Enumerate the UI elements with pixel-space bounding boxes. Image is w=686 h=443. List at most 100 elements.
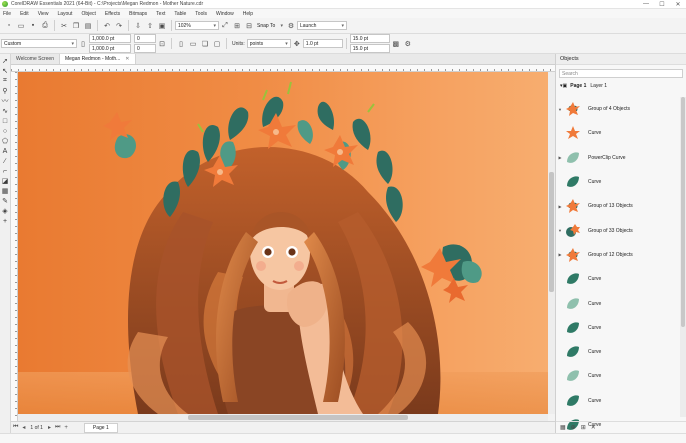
horizontal-ruler[interactable] [11,65,555,72]
scale-y-field[interactable]: 0 [134,44,156,53]
polygon-tool-icon[interactable]: ⬠ [1,136,10,146]
first-page-icon[interactable]: ⏮ [13,424,18,431]
menu-window[interactable]: Window [216,11,234,17]
eyedropper-icon[interactable]: ✎ [1,196,10,206]
lock-ratio-icon[interactable]: ⊡ [158,40,166,48]
save-icon[interactable]: ▪ [29,22,37,30]
scrollbar-thumb[interactable] [188,415,408,420]
portrait-icon[interactable]: ▯ [177,40,185,48]
settings-gear-icon[interactable]: ⚙ [287,22,295,30]
export-icon[interactable]: ⇧ [146,22,154,30]
drawing-canvas[interactable] [18,72,548,414]
maximize-button[interactable]: ☐ [654,0,670,9]
shape-tool-icon[interactable]: ↖ [1,66,10,76]
expand-toggle-icon[interactable]: ▶ [556,252,564,257]
freehand-tool-icon[interactable]: 〰 [1,96,10,106]
page-1-tab[interactable]: Page 1 [83,422,118,433]
artistic-media-icon[interactable]: ∿ [1,106,10,116]
page-layer-row[interactable]: ▾ ▣ Page 1 Layer 1 [556,80,686,92]
object-row[interactable]: Curve [556,389,680,413]
object-row[interactable]: ▶ Group of 12 Objects [556,243,680,267]
rulers-icon[interactable]: ⊟ [245,22,253,30]
full-screen-icon[interactable]: ⤢ [221,22,229,30]
transparency-tool-icon[interactable]: ▦ [1,186,10,196]
cut-icon[interactable]: ✂ [60,22,68,30]
menu-help[interactable]: Help [243,11,253,17]
objects-search-input[interactable]: Search [559,69,683,78]
new-layer-icon[interactable]: ⊕ [571,424,576,431]
menu-view[interactable]: View [38,11,49,17]
rectangle-tool-icon[interactable]: □ [1,116,10,126]
object-row[interactable]: Curve [556,316,680,340]
expand-toggle-icon[interactable]: ▶ [556,204,564,209]
menu-file[interactable]: File [3,11,11,17]
pick-tool-icon[interactable]: ➚ [1,56,10,66]
menu-tools[interactable]: Tools [195,11,207,17]
snap-to-dropdown[interactable]: Snap To [255,21,285,30]
units-dropdown[interactable]: points [246,39,291,48]
object-row[interactable]: ▶ PowerClip Curve [556,146,680,170]
connector-tool-icon[interactable]: ⌐ [1,166,10,176]
treat-as-filled-icon[interactable]: ▩ [392,40,400,48]
menu-bitmaps[interactable]: Bitmaps [129,11,147,17]
layer-manager-icon[interactable]: ▦ [560,424,566,431]
ellipse-tool-icon[interactable]: ○ [1,126,10,136]
object-row[interactable]: ▼ Group of 4 Objects [556,97,680,121]
menu-text[interactable]: Text [156,11,165,17]
tab-mother-nature[interactable]: Megan Redmon - Moth... ✕ [59,54,136,64]
menu-object[interactable]: Object [81,11,95,17]
print-icon[interactable]: ⎙ [41,22,49,30]
vertical-ruler[interactable] [11,72,18,421]
open-folder-icon[interactable]: ▭ [17,22,25,30]
minimize-button[interactable]: — [638,0,654,9]
interactive-fill-icon[interactable]: ◈ [1,206,10,216]
close-button[interactable]: ✕ [670,0,686,9]
new-document-icon[interactable]: ▫ [5,22,13,30]
publish-pdf-icon[interactable]: ▣ [158,22,166,30]
canvas-vertical-scrollbar[interactable] [548,72,555,414]
expand-toggle-icon[interactable]: ▼ [556,107,564,112]
menu-table[interactable]: Table [174,11,186,17]
close-tab-icon[interactable]: ✕ [125,56,129,62]
next-page-icon[interactable]: ▸ [48,424,51,431]
delete-icon[interactable]: ✕ [591,424,596,431]
copy-icon[interactable]: ❐ [72,22,80,30]
nudge-distance-field[interactable]: 1.0 pt [302,39,343,48]
object-row[interactable]: Curve [556,267,680,291]
paste-icon[interactable]: ▤ [84,22,92,30]
undo-icon[interactable]: ↶ [103,22,111,30]
scale-x-field[interactable]: 0 [134,34,156,43]
canvas-horizontal-scrollbar[interactable] [18,414,548,421]
object-row[interactable]: Curve [556,170,680,194]
zoom-tool-icon[interactable]: ⚲ [1,86,10,96]
launch-dropdown[interactable]: Launch [297,21,347,30]
object-row[interactable]: ▶ Group of 13 Objects [556,194,680,218]
page-height-field[interactable]: 1,000.0 pt [89,44,131,53]
redo-icon[interactable]: ↷ [115,22,123,30]
menu-effects[interactable]: Effects [105,11,120,17]
landscape-icon[interactable]: ▭ [189,40,197,48]
page-preset-dropdown[interactable]: Custom [1,39,77,48]
tab-welcome-screen[interactable]: Welcome Screen [11,54,60,64]
new-master-layer-icon[interactable]: ⊞ [581,424,586,431]
current-page-icon[interactable]: ▢ [213,40,221,48]
object-row[interactable]: Curve [556,340,680,364]
previous-page-icon[interactable]: ◂ [22,424,25,431]
zoom-level-dropdown[interactable]: 102% [175,21,219,30]
expand-toggle-icon[interactable]: ▼ [556,228,564,233]
drop-shadow-icon[interactable]: ◪ [1,176,10,186]
object-row[interactable]: Curve [556,291,680,315]
import-icon[interactable]: ⇩ [134,22,142,30]
crop-tool-icon[interactable]: ⌗ [1,76,10,86]
add-tool-icon[interactable]: + [1,216,10,226]
menu-layout[interactable]: Layout [57,11,72,17]
scrollbar-thumb[interactable] [549,172,554,292]
menu-edit[interactable]: Edit [20,11,29,17]
object-row[interactable]: Curve [556,121,680,145]
add-page-icon[interactable]: + [64,425,68,431]
object-row[interactable]: ▼ Group of 33 Objects [556,218,680,242]
duplicate-y-field[interactable]: 15.0 pt [349,44,390,53]
object-row[interactable]: Curve [556,364,680,388]
fit-page-icon[interactable]: ⊞ [233,22,241,30]
duplicate-x-field[interactable]: 15.0 pt [349,34,390,43]
